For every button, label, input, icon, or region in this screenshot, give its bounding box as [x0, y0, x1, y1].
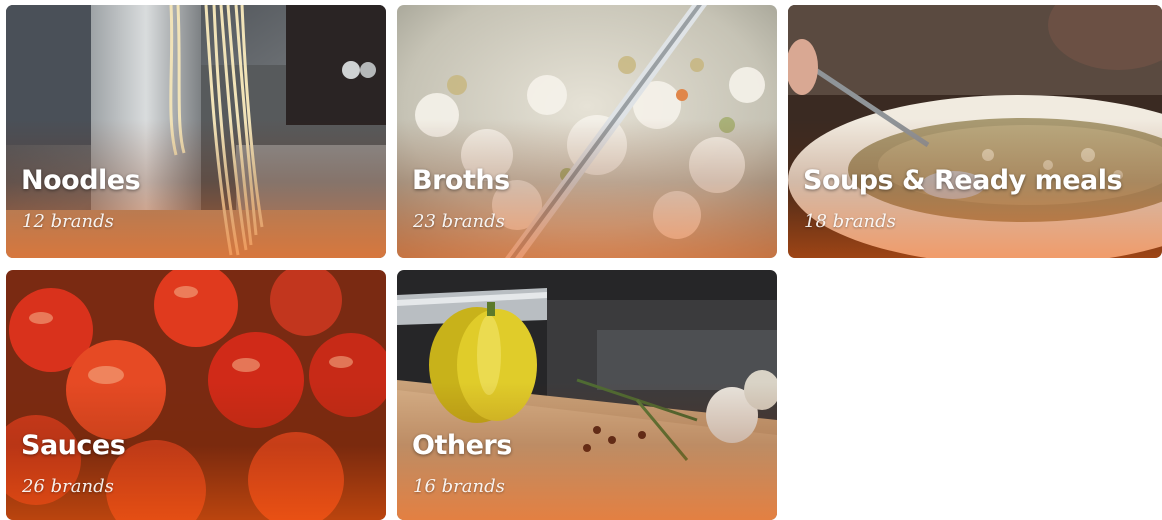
category-title: Noodles: [21, 165, 141, 196]
category-card-noodles[interactable]: Noodles 12 brands: [6, 5, 386, 258]
category-title: Sauces: [21, 430, 126, 461]
brand-count: 18 brands: [804, 211, 896, 232]
category-card-soups-ready-meals[interactable]: Soups & Ready meals 18 brands: [788, 5, 1162, 258]
category-title: Soups & Ready meals: [803, 165, 1123, 196]
category-card-sauces[interactable]: Sauces 26 brands: [6, 270, 386, 520]
brand-count: 12 brands: [22, 211, 114, 232]
category-title: Others: [412, 430, 512, 461]
brand-count: 26 brands: [22, 476, 114, 497]
category-title: Broths: [412, 165, 510, 196]
brand-count: 23 brands: [413, 211, 505, 232]
category-grid: Noodles 12 brands Broths 23 brands Soups…: [0, 0, 1162, 520]
category-card-others[interactable]: Others 16 brands: [397, 270, 777, 520]
category-card-broths[interactable]: Broths 23 brands: [397, 5, 777, 258]
brand-count: 16 brands: [413, 476, 505, 497]
